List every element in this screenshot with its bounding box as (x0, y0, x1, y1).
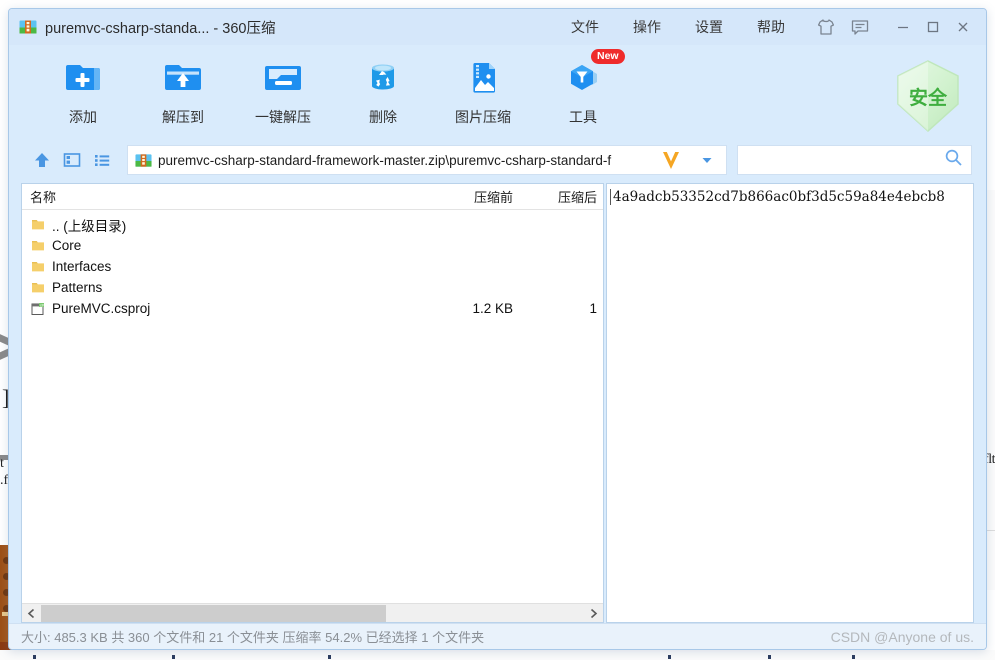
toolbar-delete-label: 删除 (369, 109, 397, 125)
menubar: 文件 操作 设置 帮助 (554, 12, 802, 42)
toolbar-add[interactable]: 添加 (33, 51, 133, 127)
preview-panel-icon[interactable] (57, 147, 87, 173)
titlebar-tools (816, 17, 870, 37)
list-view-icon[interactable] (87, 147, 117, 173)
folder-extract-to-icon (161, 57, 205, 97)
row-name-cell: Patterns (22, 280, 435, 295)
folder-icon (31, 260, 45, 273)
table-row[interactable]: Core (22, 235, 603, 256)
search-input[interactable] (746, 151, 944, 169)
row-size-before: 1.2 KB (472, 301, 513, 316)
toolbar: 添加 解压到 一键解压 删除 图片压缩 New 工具 安全 (9, 45, 986, 137)
app-window-360zip: puremvc-csharp-standa... - 360压缩 文件 操作 设… (8, 8, 987, 650)
content-area: 名称 压缩前 压缩后 .. (上级目录) Core Interfaces Pat… (9, 183, 986, 623)
svg-text:c#: c# (40, 303, 44, 307)
statusbar: 大小: 485.3 KB 共 360 个文件和 21 个文件夹 压缩率 54.2… (9, 623, 986, 649)
file-list-pane: 名称 压缩前 压缩后 .. (上级目录) Core Interfaces Pat… (21, 183, 604, 623)
background-bottom-base (0, 650, 995, 660)
feedback-message-icon[interactable] (850, 17, 870, 37)
toolbar-delete[interactable]: 删除 (333, 51, 433, 127)
skin-shirt-icon[interactable] (816, 17, 836, 37)
background-dot (668, 655, 671, 659)
titlebar-left: puremvc-csharp-standa... - 360压缩 (19, 17, 275, 38)
table-row[interactable]: c# PureMVC.csproj 1.2 KB 1 (22, 298, 603, 319)
background-dot (172, 655, 175, 659)
toolbar-one-click-extract[interactable]: 一键解压 (233, 51, 333, 127)
csproj-file-icon: c# (31, 302, 45, 316)
toolbar-extract-to[interactable]: 解压到 (133, 51, 233, 127)
file-list-header: 名称 压缩前 压缩后 (22, 184, 603, 210)
row-size-after: 1 (589, 301, 597, 316)
toolbar-one-click-extract-label: 一键解压 (255, 109, 311, 125)
info-pane[interactable]: 4a9adcb53352cd7b866ac0bf3d5c59a84e4ebcb8 (606, 183, 974, 623)
column-name[interactable]: 名称 (22, 187, 435, 206)
menu-settings[interactable]: 设置 (678, 12, 740, 42)
titlebar: puremvc-csharp-standa... - 360压缩 文件 操作 设… (9, 9, 986, 45)
toolbar-tools[interactable]: New 工具 (533, 49, 633, 127)
column-size-before[interactable]: 压缩前 (435, 187, 525, 206)
row-name-cell: c# PureMVC.csproj (22, 301, 435, 316)
chevron-down-icon[interactable] (692, 153, 722, 167)
close-button[interactable] (948, 14, 978, 40)
row-name-text: PureMVC.csproj (52, 301, 151, 316)
row-name-text: Patterns (52, 280, 103, 295)
row-name-text: Interfaces (52, 259, 112, 274)
background-dot (852, 655, 855, 659)
row-name-text: .. (上级目录) (52, 218, 127, 234)
table-row[interactable]: Interfaces (22, 256, 603, 277)
table-row[interactable]: .. (上级目录) (22, 214, 603, 235)
row-name-text: Core (52, 238, 82, 253)
column-size-after[interactable]: 压缩后 (525, 187, 603, 206)
address-path-box[interactable]: puremvc-csharp-standard-framework-master… (127, 145, 727, 175)
horizontal-scrollbar[interactable] (22, 603, 603, 622)
one-click-extract-icon (261, 57, 305, 97)
folder-add-icon (61, 57, 105, 97)
toolbar-extract-to-label: 解压到 (162, 109, 204, 125)
background-left-text: t .f (0, 456, 9, 488)
chevron-left-icon[interactable] (22, 604, 41, 623)
menu-action[interactable]: 操作 (616, 12, 678, 42)
chevron-right-icon[interactable] (584, 604, 603, 623)
safe-shield-icon[interactable]: 安全 (892, 57, 964, 135)
up-one-level-icon[interactable] (27, 147, 57, 173)
toolbar-image-compress-label: 图片压缩 (455, 109, 511, 125)
minimize-button[interactable] (888, 14, 918, 40)
status-summary: 大小: 485.3 KB 共 360 个文件和 21 个文件夹 压缩率 54.2… (21, 630, 485, 645)
background-dot (33, 655, 36, 659)
trash-delete-icon (361, 57, 405, 97)
safe-shield-label: 安全 (908, 87, 947, 109)
window-title: puremvc-csharp-standa... - 360压缩 (45, 20, 276, 37)
folder-icon (31, 239, 45, 252)
scrollbar-thumb[interactable] (41, 604, 386, 622)
window-controls (888, 14, 978, 40)
background-dot (328, 655, 331, 659)
folder-icon (31, 281, 45, 294)
table-row[interactable]: Patterns (22, 277, 603, 298)
tools-hexagon-icon (561, 57, 605, 97)
image-compress-icon (461, 57, 505, 97)
row-name-cell: .. (上级目录) (22, 215, 435, 235)
file-list-body: .. (上级目录) Core Interfaces Patterns c# Pu… (22, 210, 603, 603)
text-cursor-v-icon (660, 149, 682, 178)
row-name-cell: Core (22, 238, 435, 253)
scrollbar-track[interactable] (41, 604, 584, 623)
search-icon[interactable] (944, 148, 963, 172)
toolbar-tools-label: 工具 (569, 109, 597, 125)
address-bar: puremvc-csharp-standard-framework-master… (9, 137, 986, 183)
watermark: CSDN @Anyone of us. (830, 628, 974, 645)
address-path-text: puremvc-csharp-standard-framework-master… (158, 152, 612, 168)
archive-hash-text: 4a9adcb53352cd7b866ac0bf3d5c59a84e4ebcb8 (613, 189, 945, 205)
row-name-cell: Interfaces (22, 259, 435, 274)
text-caret (610, 189, 611, 205)
archive-box-icon (135, 152, 152, 169)
toolbar-add-label: 添加 (69, 109, 97, 125)
menu-file[interactable]: 文件 (554, 12, 616, 42)
archive-box-icon (19, 18, 37, 36)
toolbar-image-compress[interactable]: 图片压缩 (433, 51, 533, 127)
folder-icon (31, 218, 45, 231)
search-box[interactable] (737, 145, 972, 175)
menu-help[interactable]: 帮助 (740, 12, 802, 42)
maximize-button[interactable] (918, 14, 948, 40)
background-dot (768, 655, 771, 659)
